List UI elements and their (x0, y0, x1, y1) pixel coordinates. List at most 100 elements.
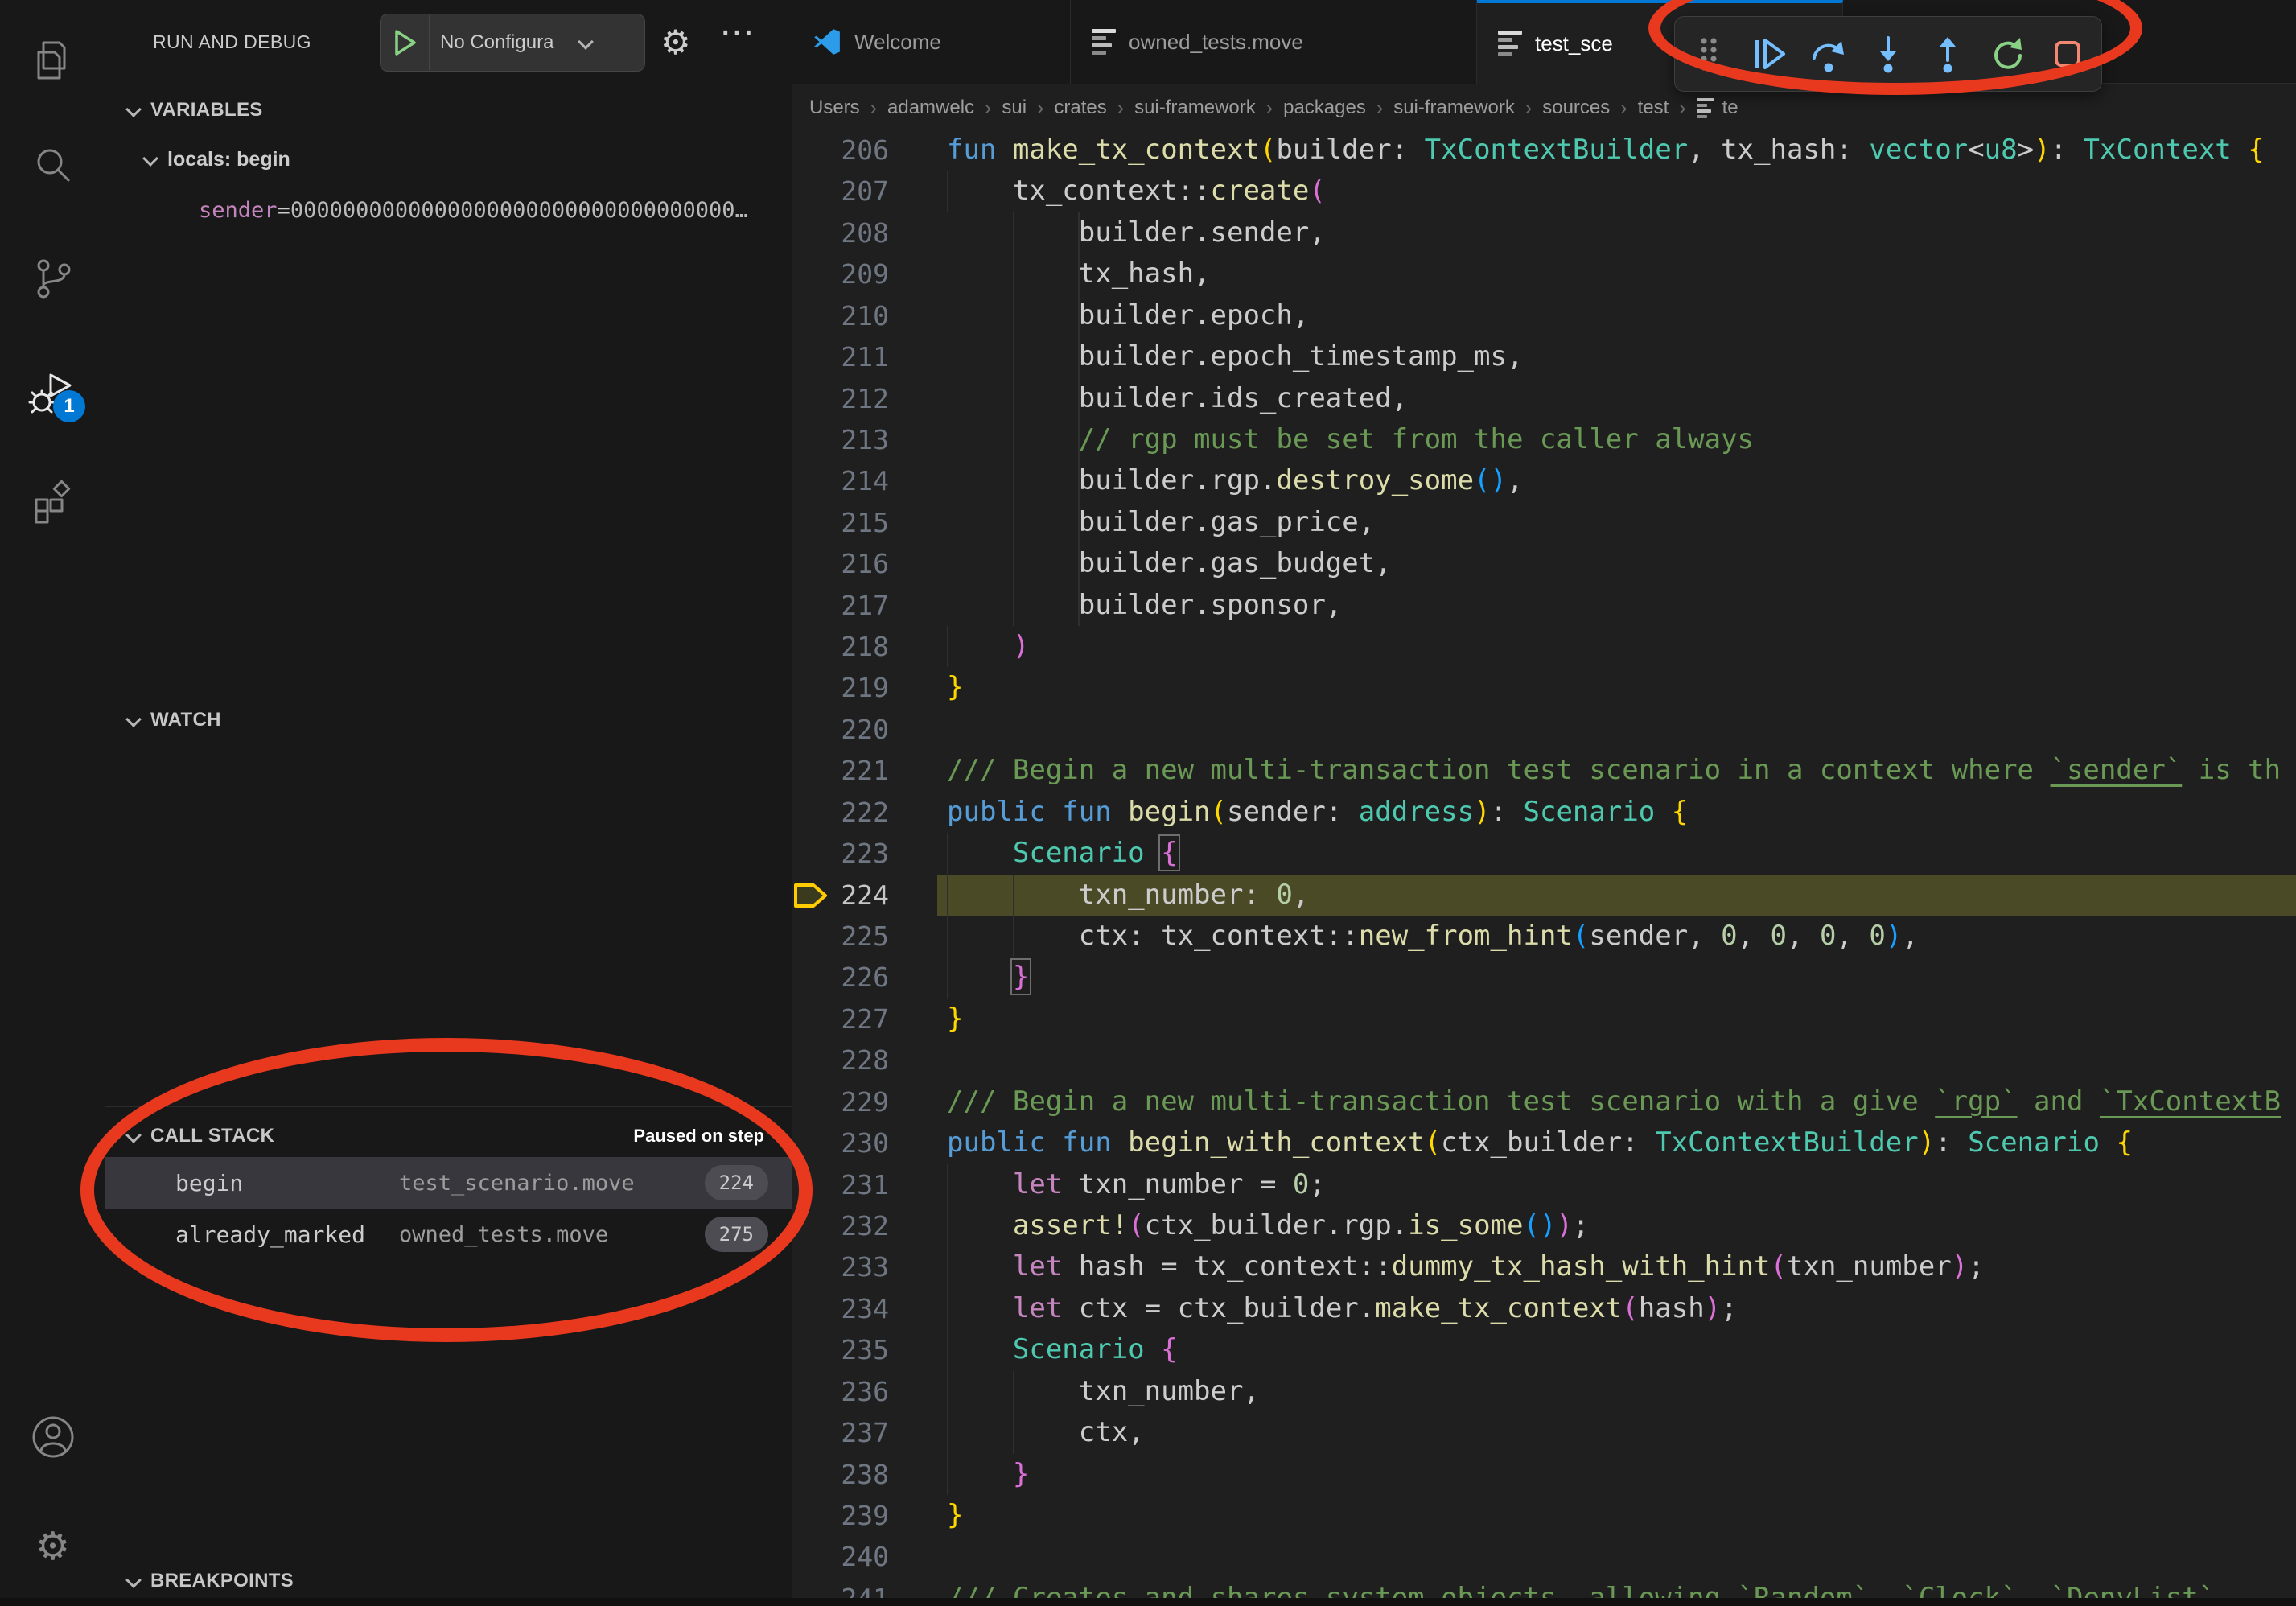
continue-button[interactable] (1743, 28, 1795, 80)
source-control-icon[interactable] (0, 237, 105, 321)
more-actions-icon[interactable]: ··· (722, 18, 756, 49)
line-number[interactable]: 219 (792, 667, 937, 708)
line-number[interactable]: 208 (792, 212, 937, 253)
line-content[interactable]: ctx, (937, 1412, 2296, 1453)
line-number[interactable]: 212 (792, 378, 937, 419)
line-content[interactable]: fun make_tx_context(builder: TxContextBu… (937, 132, 2296, 171)
code-line-227[interactable]: 227} (792, 999, 2296, 1040)
step-over-button[interactable] (1803, 28, 1854, 80)
debug-config-dropdown[interactable]: No Configura (380, 14, 645, 72)
code-line-212[interactable]: 212 builder.ids_created, (792, 378, 2296, 419)
line-content[interactable]: let txn_number = 0; (937, 1164, 2296, 1205)
restart-button[interactable] (1982, 28, 2034, 80)
settings-gear-icon[interactable]: ⚙ (0, 1505, 105, 1589)
line-content[interactable]: builder.ids_created, (937, 378, 2296, 419)
code-line-226[interactable]: 226 } (792, 957, 2296, 998)
line-number[interactable]: 220 (792, 709, 937, 750)
breadcrumb-file-item[interactable]: te (1697, 96, 1738, 121)
line-content[interactable]: builder.rgp.destroy_some(), (937, 460, 2296, 501)
line-number[interactable]: 232 (792, 1205, 937, 1246)
tab-owned-tests-move[interactable]: owned_tests.move (1071, 0, 1477, 84)
variables-scope-row[interactable]: locals: begin (105, 137, 829, 182)
line-content[interactable] (937, 709, 2296, 750)
line-number[interactable]: 233 (792, 1246, 937, 1287)
breadcrumb-item[interactable]: adamwelc (887, 97, 974, 119)
line-number[interactable]: 237 (792, 1412, 937, 1453)
line-content[interactable]: } (937, 1495, 2296, 1536)
code-line-217[interactable]: 217 builder.sponsor, (792, 585, 2296, 626)
variable-row[interactable]: sender = 0000000000000000000000000000000… (199, 190, 778, 230)
code-line-219[interactable]: 219} (792, 667, 2296, 708)
line-number[interactable]: 225 (792, 916, 937, 957)
run-and-debug-icon[interactable]: 1 (0, 353, 105, 437)
code-line-210[interactable]: 210 builder.epoch, (792, 295, 2296, 336)
line-content[interactable]: ) (937, 626, 2296, 667)
breadcrumb-item[interactable]: Users (809, 97, 860, 119)
line-number[interactable]: 230 (792, 1122, 937, 1163)
line-content[interactable]: // rgp must be set from the caller alway… (937, 419, 2296, 460)
line-content[interactable]: /// Creates and shares system objects, a… (937, 1578, 2296, 1598)
line-content[interactable]: let ctx = ctx_builder.make_tx_context(ha… (937, 1288, 2296, 1329)
code-line-239[interactable]: 239} (792, 1495, 2296, 1536)
code-line-228[interactable]: 228 (792, 1040, 2296, 1081)
line-number[interactable]: 227 (792, 999, 937, 1040)
code-line-211[interactable]: 211 builder.epoch_timestamp_ms, (792, 336, 2296, 377)
code-line-241[interactable]: 241/// Creates and shares system objects… (792, 1578, 2296, 1598)
code-line-238[interactable]: 238 } (792, 1454, 2296, 1495)
line-number[interactable]: 229 (792, 1081, 937, 1122)
line-content[interactable]: builder.sponsor, (937, 585, 2296, 626)
stop-button[interactable] (2042, 28, 2093, 80)
line-number[interactable]: 234 (792, 1288, 937, 1329)
code-line-233[interactable]: 233 let hash = tx_context::dummy_tx_hash… (792, 1246, 2296, 1287)
code-editor[interactable]: 206fun make_tx_context(builder: TxContex… (792, 132, 2296, 1598)
line-content[interactable]: builder.epoch_timestamp_ms, (937, 336, 2296, 377)
extensions-icon[interactable] (0, 462, 105, 546)
line-content[interactable]: public fun begin(sender: address): Scena… (937, 792, 2296, 833)
line-content[interactable]: builder.epoch, (937, 295, 2296, 336)
line-number[interactable]: 239 (792, 1495, 937, 1536)
drag-handle[interactable] (1683, 28, 1734, 80)
code-line-231[interactable]: 231 let txn_number = 0; (792, 1164, 2296, 1205)
code-line-216[interactable]: 216 builder.gas_budget, (792, 543, 2296, 584)
line-content[interactable]: } (937, 957, 2296, 998)
code-line-232[interactable]: 232 assert!(ctx_builder.rgp.is_some()); (792, 1205, 2296, 1246)
code-line-214[interactable]: 214 builder.rgp.destroy_some(), (792, 460, 2296, 501)
code-line-208[interactable]: 208 builder.sender, (792, 212, 2296, 253)
line-content[interactable]: builder.sender, (937, 212, 2296, 253)
code-line-235[interactable]: 235 Scenario { (792, 1329, 2296, 1370)
step-out-button[interactable] (1922, 28, 1973, 80)
account-icon[interactable] (0, 1395, 105, 1479)
line-content[interactable]: } (937, 1454, 2296, 1495)
line-number[interactable]: 240 (792, 1536, 937, 1577)
code-line-218[interactable]: 218 ) (792, 626, 2296, 667)
line-number[interactable]: 224 (792, 875, 937, 916)
line-content[interactable]: tx_context::create( (937, 171, 2296, 212)
breadcrumb-item[interactable]: sui (1002, 97, 1027, 119)
code-line-207[interactable]: 207 tx_context::create( (792, 171, 2296, 212)
line-content[interactable]: public fun begin_with_context(ctx_builde… (937, 1122, 2296, 1163)
line-number[interactable]: 209 (792, 253, 937, 294)
line-number[interactable]: 213 (792, 419, 937, 460)
line-content[interactable] (937, 1040, 2296, 1081)
breadcrumb-item[interactable]: sui-framework (1134, 97, 1256, 119)
line-content[interactable]: /// Begin a new multi-transaction test s… (937, 1081, 2296, 1122)
code-line-221[interactable]: 221/// Begin a new multi-transaction tes… (792, 750, 2296, 791)
breakpoints-section-header[interactable]: BREAKPOINTS (105, 1556, 792, 1606)
line-number[interactable]: 211 (792, 336, 937, 377)
line-number[interactable]: 241 (792, 1578, 937, 1598)
code-line-230[interactable]: 230public fun begin_with_context(ctx_bui… (792, 1122, 2296, 1163)
breadcrumb-item[interactable]: sources (1542, 97, 1610, 119)
line-content[interactable]: txn_number: 0, (937, 875, 2296, 916)
code-line-213[interactable]: 213 // rgp must be set from the caller a… (792, 419, 2296, 460)
code-line-229[interactable]: 229/// Begin a new multi-transaction tes… (792, 1081, 2296, 1122)
watch-section-header[interactable]: WATCH (105, 695, 792, 745)
debug-settings-gear-icon[interactable]: ⚙ (660, 23, 691, 62)
line-number[interactable]: 218 (792, 626, 937, 667)
stack-frame[interactable]: begintest_scenario.move224 (105, 1157, 792, 1209)
breadcrumb-item[interactable]: crates (1054, 97, 1106, 119)
line-content[interactable]: assert!(ctx_builder.rgp.is_some()); (937, 1205, 2296, 1246)
code-line-240[interactable]: 240 (792, 1536, 2296, 1577)
step-into-button[interactable] (1862, 28, 1914, 80)
breadcrumb-item[interactable]: sui-framework (1393, 97, 1515, 119)
code-line-234[interactable]: 234 let ctx = ctx_builder.make_tx_contex… (792, 1288, 2296, 1329)
